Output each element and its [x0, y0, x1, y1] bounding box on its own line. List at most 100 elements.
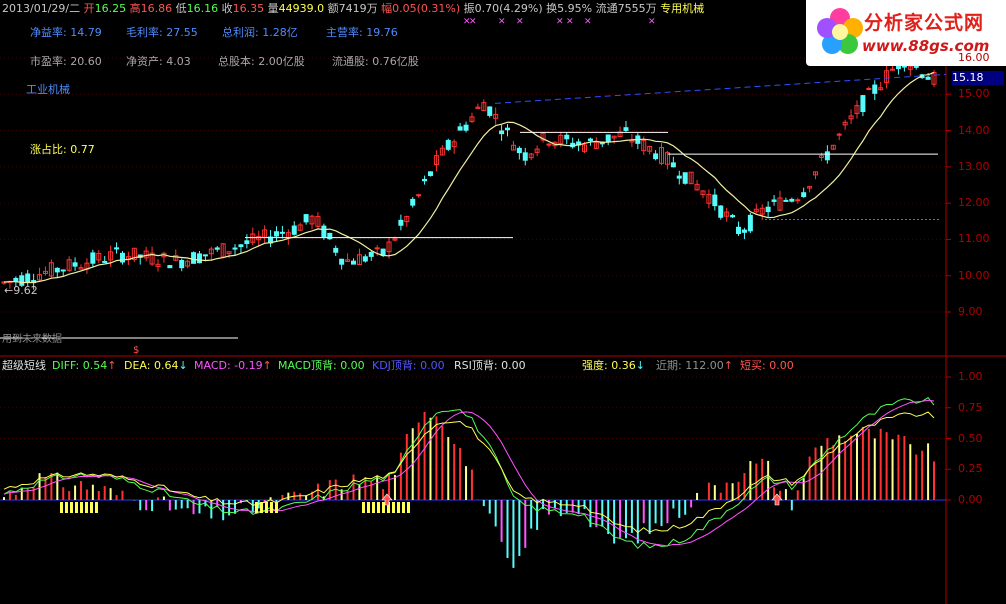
candle-body — [730, 215, 736, 218]
price-axis-label: 16.00 — [958, 51, 990, 64]
fund-float-shares: 流通股: 0.76亿股 — [332, 55, 419, 69]
buy-zone-bar — [260, 502, 263, 513]
sector-label[interactable]: 专用机械 — [660, 2, 704, 15]
candle-body — [783, 199, 789, 202]
candle-body — [682, 172, 688, 184]
signal-mark-icon: ✕ — [566, 17, 574, 27]
candle-body — [202, 254, 208, 257]
indicator-item-label: MACD: — [194, 359, 235, 372]
candle-body — [801, 192, 807, 198]
candle-body — [321, 225, 327, 238]
fund-pe: 市盈率: 20.60 — [30, 55, 102, 69]
candle-body — [60, 269, 66, 272]
price-axis-label: 9.00 — [958, 305, 983, 318]
candle-body — [712, 194, 718, 207]
open-value: 16.25 — [94, 2, 127, 15]
indicator-item-value: 0.00 — [340, 359, 365, 372]
volume-value: 44939.0 — [278, 2, 325, 15]
fund-value: 4.03 — [166, 55, 191, 68]
buy-zone-bar — [397, 502, 400, 513]
candle-body — [736, 226, 742, 234]
dollar-marker: $ — [133, 345, 140, 356]
fund-value: 14.79 — [70, 26, 102, 39]
indicator-item: 强度: 0.36↓ — [582, 359, 645, 373]
candle-body — [866, 87, 872, 90]
close-value: 16.35 — [232, 2, 265, 15]
amplitude-value: 0.70(4.29%) — [474, 2, 543, 15]
buy-zone-bar — [377, 502, 380, 513]
candle-body — [789, 198, 795, 202]
candle-body — [422, 178, 428, 182]
low-price-value: 9.62 — [13, 284, 38, 297]
candle-body — [824, 151, 830, 161]
fund-label: 市盈率: — [30, 55, 67, 68]
candle-body — [167, 265, 173, 269]
signal-mark-icon: ✕ — [556, 17, 564, 27]
candle-body — [303, 214, 309, 223]
candle-body — [605, 134, 611, 143]
fund-label: 主营率: — [326, 26, 363, 39]
candle-body — [771, 199, 777, 202]
amplitude-label: 振 — [463, 2, 475, 15]
fund-value: 2.00亿股 — [258, 55, 305, 68]
buy-zone-bar — [75, 502, 78, 513]
indicator-item-label: DEA: — [124, 359, 154, 372]
candle-body — [244, 240, 250, 244]
indicator-name[interactable]: 超级短线 — [2, 359, 46, 372]
amount-value: 7419万 — [338, 2, 378, 15]
close-label: 收 — [221, 2, 233, 15]
candle-body — [339, 258, 345, 265]
fund-label: 总股本: — [218, 55, 255, 68]
candle-body — [516, 147, 522, 154]
candle-body — [427, 171, 433, 177]
candle-body — [747, 214, 753, 232]
candle-body — [13, 277, 19, 282]
low-value: 16.16 — [186, 2, 219, 15]
buy-zone-bar — [392, 502, 395, 513]
candle-body — [623, 127, 629, 131]
fund-label: 流通股: — [332, 55, 369, 68]
dea-line — [3, 399, 935, 547]
indicator-item-label: RSI顶背: — [454, 359, 502, 372]
indicator-item-label: 短买: — [740, 359, 770, 372]
buy-zone-bar — [275, 502, 278, 513]
indicator-axis-label: 1.00 — [958, 370, 983, 383]
price-axis-label: 11.00 — [958, 232, 990, 246]
candle-body — [925, 76, 931, 80]
indicator-item: DEA: 0.64↓ — [124, 359, 188, 373]
fund-total-shares: 总股本: 2.00亿股 — [218, 55, 305, 69]
buy-zone-bar — [382, 502, 385, 513]
indicator-axis-label: 0.75 — [958, 400, 983, 414]
buy-zone-bar — [362, 502, 365, 513]
industry-label[interactable]: 工业机械 — [26, 83, 70, 97]
fund-net-margin: 净益率: 14.79 — [30, 26, 102, 40]
future-data-warning: 用到未来数据 — [2, 334, 62, 345]
signal-mark-icon: ✕ — [498, 17, 506, 27]
candle-body — [587, 138, 593, 141]
arrow-up-icon: ↑ — [723, 359, 733, 372]
indicator-axis-label: 0.50 — [958, 431, 983, 445]
candle-body — [445, 139, 451, 150]
low-price-marker: ←9.62 — [4, 284, 38, 297]
candle-body — [114, 247, 120, 250]
indicator-item-value: 0.00 — [501, 359, 526, 372]
indicator-item-value: 0.00 — [769, 359, 794, 372]
indicator-item: 近期: 112.00↑ — [656, 359, 733, 373]
candle-body — [102, 260, 108, 263]
flower-logo-icon — [817, 8, 863, 54]
chart-canvas[interactable]: ✕✕✕✕✕✕✕✕✕✕ — [0, 0, 1006, 604]
candle-body — [273, 231, 279, 237]
indicator-item: DIFF: 0.54↑ — [52, 359, 116, 373]
amount-label: 额 — [327, 2, 339, 15]
candle-body — [836, 133, 842, 136]
indicator-item-value: 0.64 — [153, 359, 179, 372]
price-axis-label: 13.00 — [958, 159, 990, 173]
buy-zone-bar — [95, 502, 98, 513]
buy-zone-bar — [65, 502, 68, 513]
candle-body — [279, 231, 285, 234]
buy-zone-bar — [255, 502, 258, 513]
candle-body — [25, 273, 31, 283]
low-label: 低 — [175, 2, 187, 15]
buy-zone-bar — [265, 502, 268, 513]
indicator-item: MACD顶背: 0.00 — [278, 359, 365, 373]
